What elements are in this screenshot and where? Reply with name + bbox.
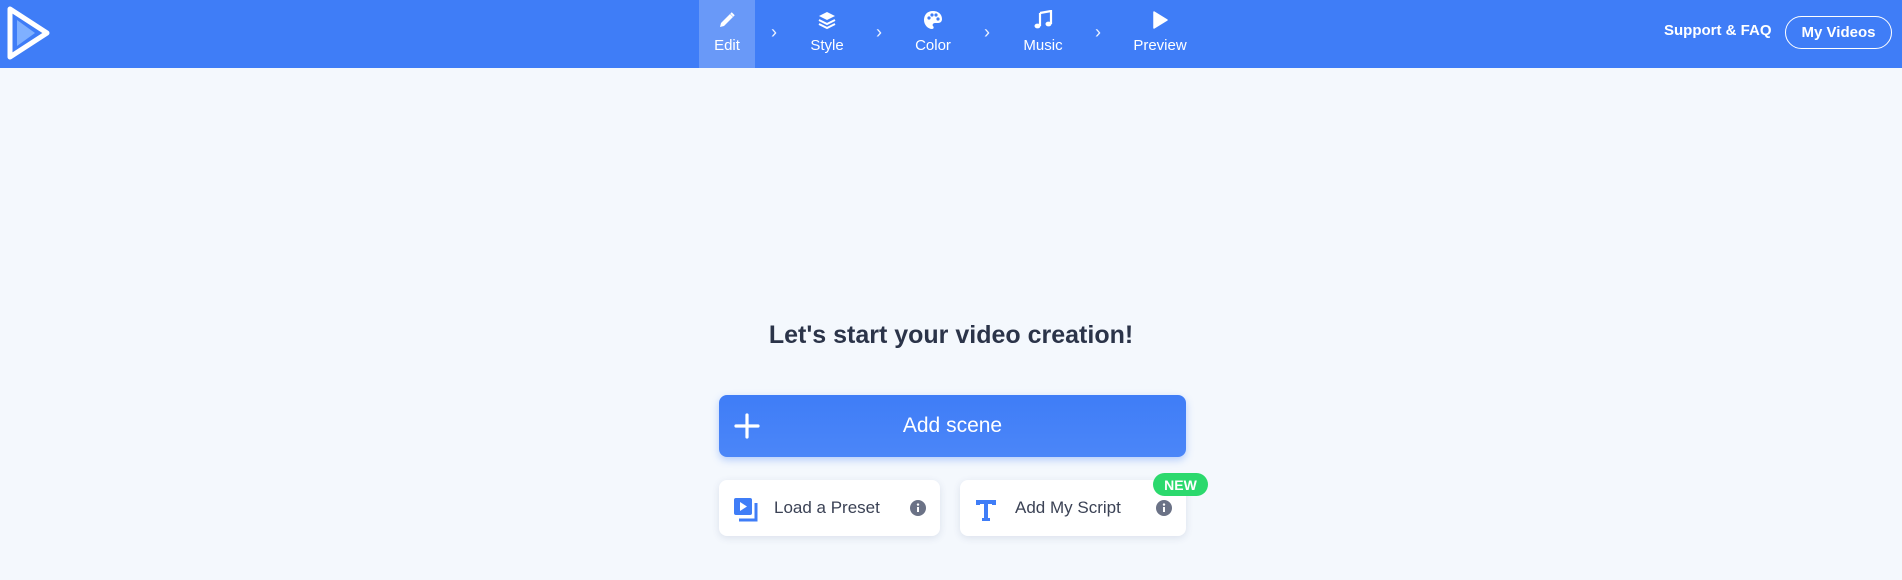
info-icon[interactable] [910, 500, 926, 516]
page-title: Let's start your video creation! [768, 321, 1134, 349]
step-label: Color [915, 37, 951, 54]
music-note-icon [1032, 9, 1054, 31]
step-color[interactable]: Color [905, 0, 961, 68]
add-scene-button[interactable]: Add scene [719, 395, 1186, 457]
layers-icon [816, 9, 838, 31]
chevron-right-icon: › [984, 22, 990, 42]
step-style[interactable]: Style [799, 0, 855, 68]
step-label: Edit [714, 37, 740, 54]
step-edit[interactable]: Edit [699, 0, 755, 68]
step-music[interactable]: Music [1014, 0, 1072, 68]
add-my-script-label: Add My Script [1015, 498, 1121, 517]
palette-icon [922, 9, 944, 31]
app-logo-icon[interactable] [5, 4, 51, 62]
step-label: Preview [1133, 37, 1187, 54]
video-library-icon [734, 498, 758, 522]
info-icon[interactable] [1156, 500, 1172, 516]
load-preset-button[interactable]: Load a Preset [719, 480, 940, 536]
step-preview[interactable]: Preview [1127, 0, 1193, 68]
play-icon [1149, 9, 1171, 31]
add-scene-label: Add scene [902, 414, 1003, 437]
my-videos-button[interactable]: My Videos [1785, 16, 1892, 49]
step-label: Music [1023, 37, 1063, 54]
support-faq-link[interactable]: Support & FAQ [1664, 22, 1772, 39]
load-preset-label: Load a Preset [774, 498, 880, 517]
chevron-right-icon: › [771, 22, 777, 42]
top-bar: Edit › Style › Color › Music › Preview S… [0, 0, 1902, 68]
chevron-right-icon: › [1095, 22, 1101, 42]
pencil-icon [716, 9, 738, 31]
add-my-script-button[interactable]: Add My Script [960, 480, 1186, 536]
text-icon [976, 500, 996, 521]
new-badge: NEW [1153, 473, 1208, 496]
chevron-right-icon: › [876, 22, 882, 42]
step-label: Style [810, 37, 844, 54]
